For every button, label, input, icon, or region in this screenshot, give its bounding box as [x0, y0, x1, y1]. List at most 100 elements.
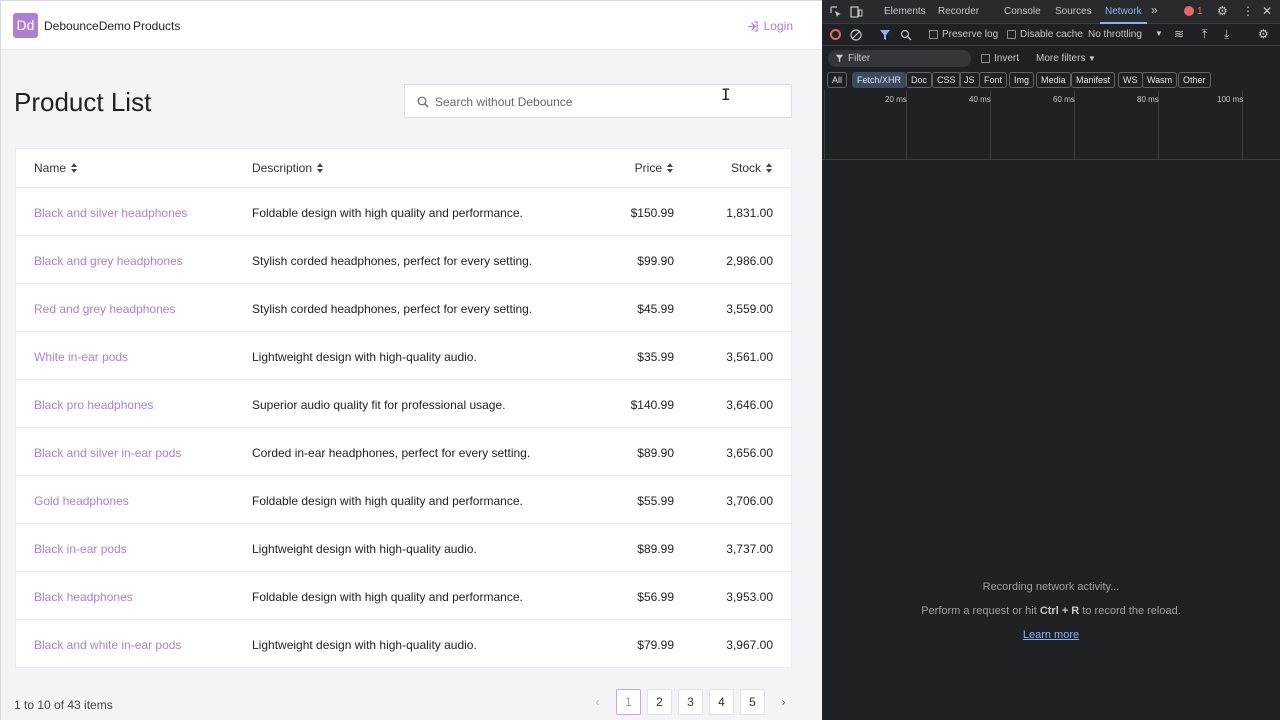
type-filter-doc[interactable]: Doc — [906, 72, 933, 88]
app-logo[interactable]: Dd — [13, 13, 38, 38]
column-header-price[interactable]: Price — [635, 161, 674, 175]
more-filters-dropdown[interactable]: More filters — [1036, 53, 1085, 64]
table-row: Black in-ear pods Lightweight design wit… — [16, 524, 791, 572]
product-name-link[interactable]: Black and grey headphones — [34, 254, 183, 268]
type-filter-wasm[interactable]: Wasm — [1142, 72, 1178, 88]
recording-status: Recording network activity... — [982, 581, 1120, 593]
tab-elements[interactable]: Elements — [884, 6, 926, 17]
prev-page-button[interactable]: ‹ — [585, 689, 610, 715]
product-stock: 1,831.00 — [726, 206, 773, 220]
page-button-5[interactable]: 5 — [740, 689, 765, 715]
table-row: Black and grey headphones Stylish corded… — [16, 236, 791, 284]
invert-checkbox[interactable] — [981, 54, 990, 63]
error-icon[interactable] — [1184, 6, 1194, 16]
product-name-link[interactable]: Black and silver headphones — [34, 206, 187, 220]
clear-icon[interactable] — [850, 29, 862, 41]
product-stock: 3,706.00 — [726, 494, 773, 508]
page-button-1[interactable]: 1 — [616, 689, 641, 715]
type-filter-ws[interactable]: WS — [1118, 72, 1143, 88]
type-filter-other[interactable]: Other — [1178, 72, 1211, 88]
search-network-icon[interactable] — [900, 29, 912, 41]
pagination: ‹ 1 2 3 4 5 › — [585, 689, 796, 715]
throttling-select[interactable]: No throttling — [1088, 29, 1142, 40]
product-name-link[interactable]: White in-ear pods — [34, 350, 128, 364]
kebab-menu-icon[interactable]: ⋮ — [1242, 4, 1254, 18]
timeline-label: 60 ms — [1053, 95, 1075, 104]
column-header-description[interactable]: Description — [252, 161, 324, 175]
wifi-conditions-icon[interactable]: ≋ — [1174, 27, 1184, 41]
record-stop-icon[interactable] — [830, 29, 841, 40]
disable-cache-checkbox[interactable] — [1007, 30, 1016, 39]
product-name-link[interactable]: Red and grey headphones — [34, 302, 175, 316]
tab-sources[interactable]: Sources — [1055, 6, 1092, 17]
type-filter-media[interactable]: Media — [1036, 72, 1071, 88]
inspect-element-icon[interactable] — [830, 6, 842, 18]
devtools-tab-bar: Elements Recorder Console Sources Networ… — [822, 0, 1280, 24]
product-name-link[interactable]: Black pro headphones — [34, 398, 153, 412]
product-price: $99.90 — [637, 254, 674, 268]
product-stock: 3,737.00 — [726, 542, 773, 556]
more-tabs-icon[interactable]: » — [1151, 3, 1158, 17]
sort-icon — [766, 162, 773, 174]
export-har-icon[interactable]: ⤓ — [1224, 27, 1229, 42]
product-price: $56.99 — [637, 590, 674, 604]
tab-recorder[interactable]: Recorder — [938, 6, 979, 17]
login-link[interactable]: Login — [747, 19, 793, 33]
product-name-link[interactable]: Gold headphones — [34, 494, 129, 508]
product-stock: 2,986.00 — [726, 254, 773, 268]
product-description: Lightweight design with high-quality aud… — [252, 542, 477, 556]
learn-more-link[interactable]: Learn more — [822, 629, 1280, 641]
product-stock: 3,561.00 — [726, 350, 773, 364]
invert-label: Invert — [994, 53, 1020, 64]
table-row: Black and silver headphones Foldable des… — [16, 188, 791, 236]
tab-console[interactable]: Console — [1004, 6, 1041, 17]
text-cursor-icon: I — [721, 85, 731, 104]
item-count: 1 to 10 of 43 items — [14, 698, 113, 712]
filter-input[interactable]: Filter — [828, 50, 971, 67]
nav-products-link[interactable]: Products — [133, 19, 180, 33]
app-window: Dd DebounceDemo Products Login Product L… — [0, 0, 822, 720]
close-devtools-icon[interactable]: ✕ — [1262, 4, 1272, 18]
type-filter-css[interactable]: CSS — [932, 72, 961, 88]
import-har-icon[interactable]: ⤒ — [1202, 27, 1207, 42]
product-name-link[interactable]: Black headphones — [34, 590, 133, 604]
filter-funnel-icon[interactable] — [879, 29, 891, 41]
product-stock: 3,559.00 — [726, 302, 773, 316]
product-price: $55.99 — [637, 494, 674, 508]
type-filter-font[interactable]: Font — [979, 72, 1008, 88]
network-overview-timeline[interactable]: 20 ms 40 ms 60 ms 80 ms 100 ms — [822, 90, 1280, 160]
page-button-4[interactable]: 4 — [709, 689, 734, 715]
column-header-stock[interactable]: Stock — [731, 161, 773, 175]
type-filter-manifest[interactable]: Manifest — [1071, 72, 1116, 88]
column-header-name[interactable]: Name — [34, 161, 78, 175]
filter-funnel-icon — [835, 54, 844, 63]
table-header: Name Description Price Stock — [16, 149, 791, 188]
filter-placeholder: Filter — [848, 53, 871, 64]
type-filter-img[interactable]: Img — [1009, 72, 1035, 88]
page-button-2[interactable]: 2 — [647, 689, 672, 715]
table-row: Red and grey headphones Stylish corded h… — [16, 284, 791, 332]
type-filter-all[interactable]: All — [827, 72, 848, 88]
product-name-link[interactable]: Black and white in-ear pods — [34, 638, 181, 652]
sort-icon — [667, 162, 674, 174]
preserve-log-checkbox[interactable] — [929, 30, 938, 39]
tab-network[interactable]: Network — [1105, 6, 1142, 17]
brand-name[interactable]: DebounceDemo — [44, 19, 131, 33]
settings-gear-icon[interactable]: ⚙ — [1217, 4, 1228, 18]
product-description: Stylish corded headphones, perfect for e… — [252, 302, 533, 316]
type-filter-fetch-xhr[interactable]: Fetch/XHR — [852, 72, 907, 88]
device-toolbar-icon[interactable] — [850, 6, 863, 18]
table-row: Black and white in-ear pods Lightweight … — [16, 620, 791, 668]
search-box[interactable] — [404, 84, 792, 118]
network-settings-icon[interactable]: ⚙ — [1258, 27, 1269, 41]
type-filter-js[interactable]: JS — [959, 72, 980, 88]
page-button-3[interactable]: 3 — [678, 689, 703, 715]
product-name-link[interactable]: Black in-ear pods — [34, 542, 127, 556]
sort-icon — [71, 162, 78, 174]
error-count[interactable]: 1 — [1197, 6, 1203, 17]
product-name-link[interactable]: Black and silver in-ear pods — [34, 446, 181, 460]
resource-type-filters: All Fetch/XHR Doc CSS JS Font Img Media … — [822, 70, 1280, 90]
login-icon — [747, 20, 758, 32]
product-price: $150.99 — [630, 206, 674, 220]
next-page-button[interactable]: › — [771, 689, 796, 715]
